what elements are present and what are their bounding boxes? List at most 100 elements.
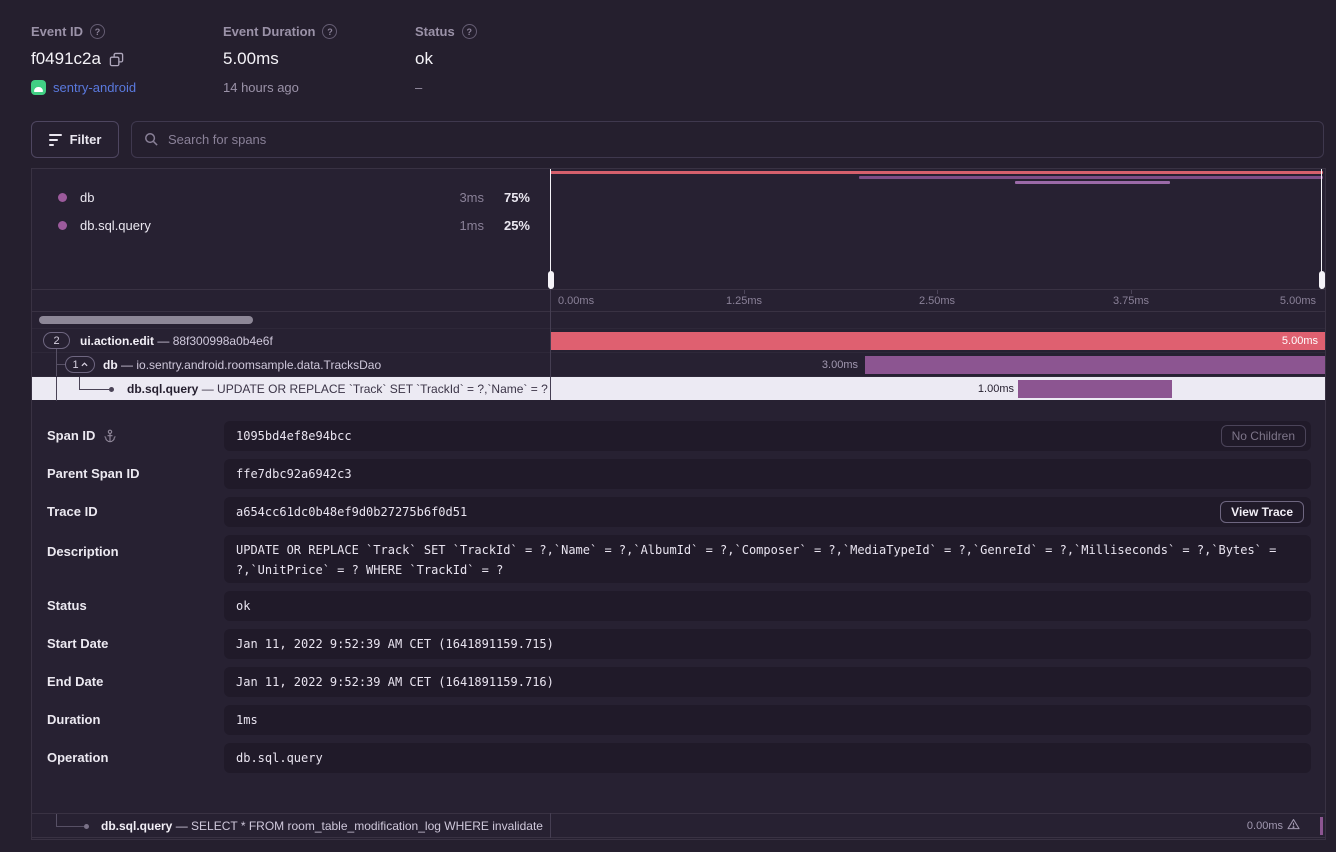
duration-field-label: Duration — [47, 712, 100, 727]
legend-item-db[interactable]: db 3ms 75% — [32, 184, 550, 210]
status-label: Status — [415, 24, 455, 39]
help-icon[interactable]: ? — [90, 24, 105, 39]
parent-span-id-value-box: ffe7dbc92a6942c3 — [224, 459, 1311, 489]
status-value: ok — [415, 49, 433, 69]
horizontal-scrollbar[interactable] — [39, 316, 253, 324]
span-desc: — io.sentry.android.roomsample.data.Trac… — [121, 358, 381, 372]
legend-duration: 3ms — [442, 190, 484, 205]
anchor-icon[interactable] — [103, 429, 117, 443]
minimap-bar-db-sql-query — [1015, 181, 1170, 184]
status-sub: – — [415, 80, 422, 95]
help-icon[interactable]: ? — [462, 24, 477, 39]
end-date-value: Jan 11, 2022 9:52:39 AM CET (1641891159.… — [224, 667, 1311, 697]
column-divider — [550, 289, 551, 400]
status-field-label: Status — [47, 598, 87, 613]
parent-span-id-value: ffe7dbc92a6942c3 — [224, 459, 1311, 489]
no-children-badge: No Children — [1221, 425, 1306, 447]
span-op: ui.action.edit — [80, 334, 154, 348]
span-duration-label: 0.00ms — [1247, 814, 1300, 838]
description-label: Description — [47, 544, 119, 559]
minimap-bar-db — [859, 176, 1323, 179]
tree-connector — [79, 389, 109, 390]
children-count-badge[interactable]: 2 — [43, 332, 70, 349]
description-value-box: UPDATE OR REPLACE `Track` SET `TrackId` … — [224, 535, 1311, 583]
start-date-label: Start Date — [47, 636, 108, 651]
legend-op-name: db — [80, 190, 94, 205]
event-id-column: Event ID ? f0491c2a sentry-android — [31, 24, 136, 95]
span-bar[interactable] — [865, 356, 1325, 374]
children-count-badge-expanded[interactable]: 1 — [65, 356, 95, 373]
minimap-bar-ui-action-edit — [550, 171, 1323, 174]
minimap-left-handle[interactable] — [550, 169, 551, 289]
span-duration-label: 5.00ms — [1282, 329, 1318, 353]
event-duration-column: Event Duration ? 5.00ms 14 hours ago — [223, 24, 337, 95]
project-link[interactable]: sentry-android — [53, 80, 136, 95]
legend-item-db-sql-query[interactable]: db.sql.query 1ms 25% — [32, 212, 550, 238]
op-color-dot — [58, 193, 67, 202]
tree-connector — [79, 377, 80, 389]
span-duration-label: 1.00ms — [978, 377, 1014, 401]
span-desc: — 88f300998a0b4e6f — [157, 334, 272, 348]
span-bar[interactable] — [1018, 380, 1172, 398]
tree-connector — [56, 377, 57, 401]
axis-tick-label: 5.00ms — [1280, 295, 1316, 307]
axis-tick-label: 2.50ms — [919, 295, 955, 307]
span-id-value-box: 1095bd4ef8e94bcc No Children — [224, 421, 1311, 451]
duration-value-box: 1ms — [224, 705, 1311, 735]
span-row-db-sql-query-selected[interactable]: db.sql.query — UPDATE OR REPLACE `Track`… — [32, 376, 1325, 400]
help-icon[interactable]: ? — [322, 24, 337, 39]
column-divider — [550, 813, 551, 838]
span-duration-label: 3.00ms — [822, 353, 858, 377]
span-row-ui-action-edit[interactable]: 2 ui.action.edit — 88f300998a0b4e6f 5.00… — [32, 328, 1325, 352]
warning-icon — [1287, 818, 1300, 830]
span-event-page: Event ID ? f0491c2a sentry-android Event… — [0, 0, 1336, 852]
tree-dot — [109, 387, 114, 392]
start-date-value: Jan 11, 2022 9:52:39 AM CET (1641891159.… — [224, 629, 1311, 659]
copy-icon[interactable] — [109, 52, 124, 67]
tree-connector — [56, 826, 84, 827]
span-op: db — [103, 358, 118, 372]
operation-value-box: db.sql.query — [224, 743, 1311, 773]
op-color-dot — [58, 221, 67, 230]
duration-field-value: 1ms — [224, 705, 1311, 735]
view-trace-button[interactable]: View Trace — [1220, 501, 1304, 523]
axis-tick-label: 0.00ms — [558, 295, 594, 307]
trace-id-value: a654cc61dc0b48ef9d0b27275b6f0d51 — [224, 497, 1311, 527]
event-age: 14 hours ago — [223, 80, 299, 95]
event-id-label-row: Event ID ? — [31, 24, 136, 39]
span-row-db[interactable]: 1 db — io.sentry.android.roomsample.data… — [32, 352, 1325, 376]
status-field-value: ok — [224, 591, 1311, 621]
start-date-value-box: Jan 11, 2022 9:52:39 AM CET (1641891159.… — [224, 629, 1311, 659]
minimap-right-handle[interactable] — [1321, 169, 1322, 289]
span-bar[interactable] — [550, 332, 1325, 350]
axis-tick-label: 3.75ms — [1113, 295, 1149, 307]
tree-dot — [84, 824, 89, 829]
filter-icon — [49, 134, 62, 146]
span-search-box[interactable] — [131, 121, 1324, 158]
time-axis: 0.00ms 1.25ms 2.50ms 3.75ms 5.00ms — [32, 289, 1325, 311]
span-desc: — SELECT * FROM room_table_modification_… — [176, 819, 543, 833]
chevron-up-icon — [81, 362, 88, 367]
span-bar-zero-width — [1320, 817, 1323, 835]
status-value-box: ok — [224, 591, 1311, 621]
description-value: UPDATE OR REPLACE `Track` SET `TrackId` … — [224, 535, 1311, 580]
legend-percent: 25% — [484, 218, 530, 233]
span-row-db-sql-query-select[interactable]: db.sql.query — SELECT * FROM room_table_… — [32, 813, 1325, 838]
span-id-value: 1095bd4ef8e94bcc — [224, 421, 1311, 451]
trace-panel: db 3ms 75% db.sql.query 1ms 25% 0.00ms 1… — [31, 168, 1326, 840]
event-id-value: f0491c2a — [31, 49, 101, 69]
filter-button-label: Filter — [70, 132, 102, 147]
filter-button[interactable]: Filter — [31, 121, 119, 158]
tree-connector — [56, 814, 57, 826]
span-id-label: Span ID — [47, 428, 117, 443]
legend-duration: 1ms — [442, 218, 484, 233]
operation-value: db.sql.query — [224, 743, 1311, 773]
trace-id-value-box: a654cc61dc0b48ef9d0b27275b6f0d51 View Tr… — [224, 497, 1311, 527]
search-input[interactable] — [168, 132, 1311, 147]
end-date-value-box: Jan 11, 2022 9:52:39 AM CET (1641891159.… — [224, 667, 1311, 697]
event-duration-value: 5.00ms — [223, 49, 279, 69]
axis-tick-label: 1.25ms — [726, 295, 762, 307]
span-desc: — UPDATE OR REPLACE `Track` SET `TrackId… — [202, 382, 548, 396]
legend-percent: 75% — [484, 190, 530, 205]
span-op: db.sql.query — [101, 819, 172, 833]
